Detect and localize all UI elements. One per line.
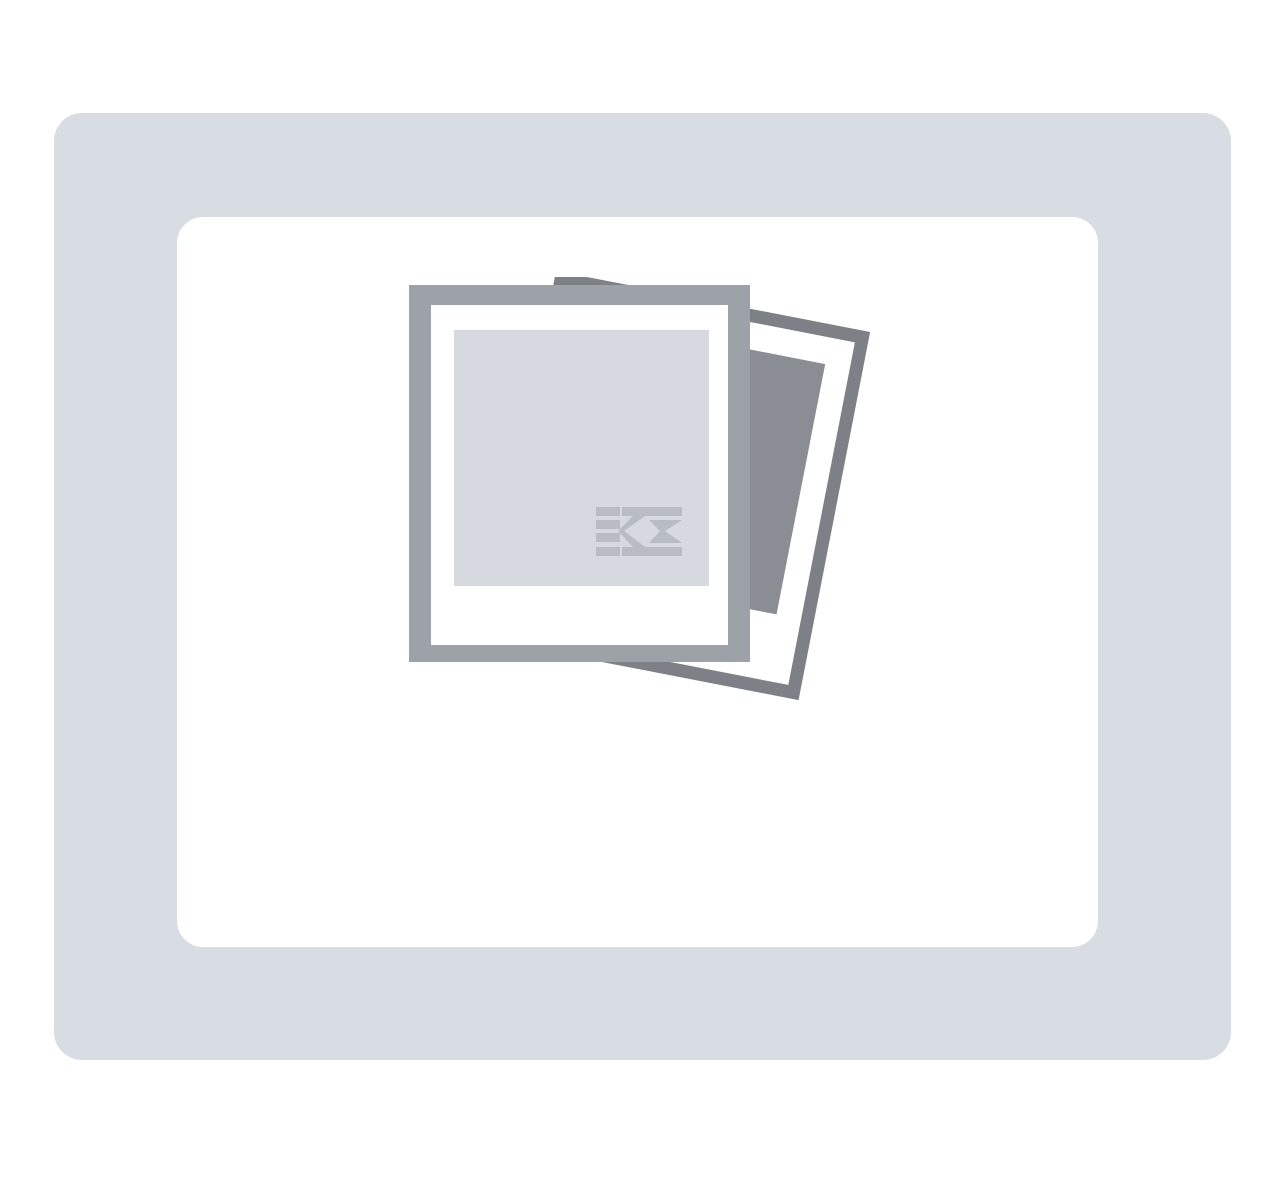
- image-placeholder-frame: [54, 113, 1231, 1060]
- photo-stack-icon: [409, 277, 871, 701]
- front-photo-icon: [409, 285, 750, 662]
- image-placeholder-panel: [177, 217, 1098, 947]
